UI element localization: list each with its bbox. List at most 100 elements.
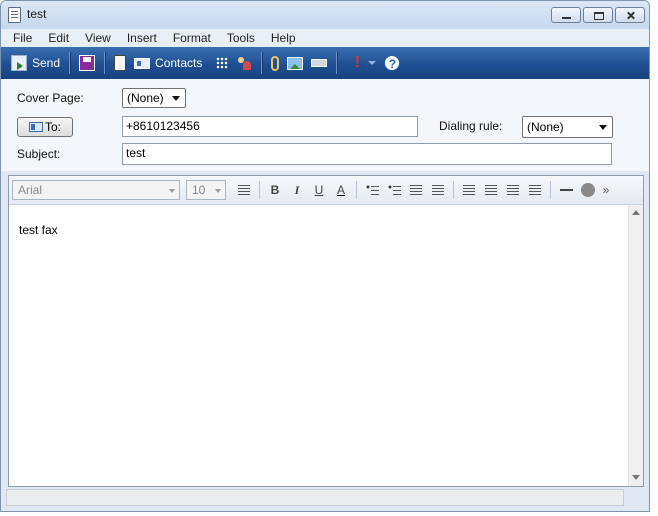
- menu-insert[interactable]: Insert: [119, 29, 165, 47]
- font-value: Arial: [18, 183, 43, 197]
- insert-hyperlink-button[interactable]: [578, 180, 598, 200]
- bulleted-list-icon: [387, 184, 401, 196]
- dialing-rule-select[interactable]: (None): [522, 116, 613, 138]
- paragraph-style-icon: [238, 185, 250, 195]
- underline-button[interactable]: U: [309, 180, 329, 200]
- vertical-scrollbar[interactable]: [628, 205, 643, 486]
- toolbar-separator: [261, 52, 263, 74]
- to-button-label: To:: [44, 120, 61, 134]
- attach-button[interactable]: [267, 51, 283, 75]
- scroll-up-icon[interactable]: [632, 210, 640, 215]
- scroll-down-icon[interactable]: [632, 475, 640, 480]
- font-select[interactable]: Arial: [12, 180, 180, 200]
- menu-format[interactable]: Format: [165, 29, 219, 47]
- cover-page-value: (None): [127, 91, 164, 105]
- grid-icon: [216, 57, 229, 69]
- numbered-list-button[interactable]: [362, 180, 382, 200]
- contact-card-icon: [28, 122, 43, 132]
- document-icon: [8, 7, 21, 23]
- menu-help[interactable]: Help: [263, 29, 304, 47]
- increase-indent-button[interactable]: [428, 180, 448, 200]
- toolbar-separator: [453, 181, 454, 199]
- align-left-icon: [463, 185, 475, 195]
- subject-value: test: [126, 146, 146, 160]
- toolbar-separator: [550, 181, 551, 199]
- menu-file[interactable]: File: [5, 29, 40, 47]
- fax-header: Cover Page: (None) To: +8610123456 Diali…: [1, 79, 649, 171]
- menu-bar: File Edit View Insert Format Tools Help: [1, 29, 649, 47]
- message-editor: Arial 10 B I U A » test fax: [8, 175, 644, 487]
- body-text: test fax: [19, 223, 58, 237]
- toolbar-separator: [336, 52, 338, 74]
- increase-indent-icon: [432, 185, 444, 195]
- align-center-icon: [485, 185, 497, 195]
- chevron-down-icon: [368, 61, 377, 65]
- maximize-button[interactable]: [583, 7, 613, 23]
- status-bar: [6, 489, 624, 506]
- numbered-list-icon: [365, 184, 379, 196]
- menu-edit[interactable]: Edit: [40, 29, 77, 47]
- font-size-select[interactable]: 10: [186, 180, 226, 200]
- message-body[interactable]: test fax: [9, 205, 630, 486]
- subject-field[interactable]: test: [122, 143, 612, 165]
- check-names-button[interactable]: [212, 51, 232, 75]
- close-button[interactable]: [615, 7, 645, 23]
- align-center-button[interactable]: [481, 180, 501, 200]
- chevron-down-icon: [169, 189, 175, 193]
- to-field[interactable]: +8610123456: [122, 116, 418, 137]
- font-color-button[interactable]: A: [331, 180, 351, 200]
- menu-view[interactable]: View: [77, 29, 119, 47]
- dialing-rule-label: Dialing rule:: [439, 119, 503, 133]
- picture-icon: [287, 56, 304, 70]
- contacts-button[interactable]: Contacts: [130, 51, 206, 75]
- horizontal-line-button[interactable]: [556, 180, 576, 200]
- align-right-button[interactable]: [503, 180, 523, 200]
- send-icon: [11, 55, 27, 71]
- main-toolbar: Send Contacts ! ?: [1, 47, 649, 79]
- cover-page-button[interactable]: [110, 51, 130, 75]
- fax-window: test File Edit View Insert Format Tools …: [0, 0, 650, 512]
- dialing-rule-value: (None): [527, 120, 564, 134]
- more-options-button[interactable]: »: [600, 180, 612, 200]
- cover-page-select[interactable]: (None): [122, 88, 186, 108]
- decrease-indent-icon: [410, 185, 422, 195]
- title-bar[interactable]: test: [1, 1, 649, 29]
- justify-button[interactable]: [525, 180, 545, 200]
- chevron-down-icon: [215, 189, 221, 193]
- minimize-button[interactable]: [551, 7, 581, 23]
- toolbar-separator: [104, 52, 106, 74]
- attach-icon: [271, 55, 280, 71]
- help-button[interactable]: ?: [380, 51, 404, 75]
- to-value: +8610123456: [126, 119, 200, 133]
- contacts-icon: [134, 57, 151, 69]
- send-label: Send: [32, 56, 61, 70]
- priority-button[interactable]: !: [348, 51, 380, 75]
- toolbar-separator: [356, 181, 357, 199]
- chevron-down-icon: [172, 96, 180, 101]
- horizontal-line-icon: [559, 189, 573, 191]
- paragraph-style-button[interactable]: [234, 180, 254, 200]
- menu-tools[interactable]: Tools: [219, 29, 263, 47]
- insert-picture-button[interactable]: [283, 51, 307, 75]
- decrease-indent-button[interactable]: [406, 180, 426, 200]
- people-icon: [236, 55, 252, 71]
- insert-line-button[interactable]: [307, 51, 331, 75]
- bulleted-list-button[interactable]: [384, 180, 404, 200]
- send-button[interactable]: Send: [7, 51, 64, 75]
- align-left-button[interactable]: [459, 180, 479, 200]
- formatting-toolbar: Arial 10 B I U A »: [9, 176, 643, 205]
- line-icon: [311, 59, 328, 67]
- window-title: test: [27, 7, 47, 21]
- cover-page-label: Cover Page:: [17, 91, 84, 105]
- italic-button[interactable]: I: [287, 180, 307, 200]
- align-right-icon: [507, 185, 519, 195]
- contacts-label: Contacts: [155, 56, 203, 70]
- page-icon: [114, 55, 127, 71]
- address-book-button[interactable]: [232, 51, 256, 75]
- to-button[interactable]: To:: [17, 117, 73, 137]
- window-controls: [551, 7, 645, 23]
- globe-icon: [581, 183, 595, 197]
- save-button[interactable]: [75, 51, 99, 75]
- subject-label: Subject:: [17, 147, 61, 161]
- bold-button[interactable]: B: [265, 180, 285, 200]
